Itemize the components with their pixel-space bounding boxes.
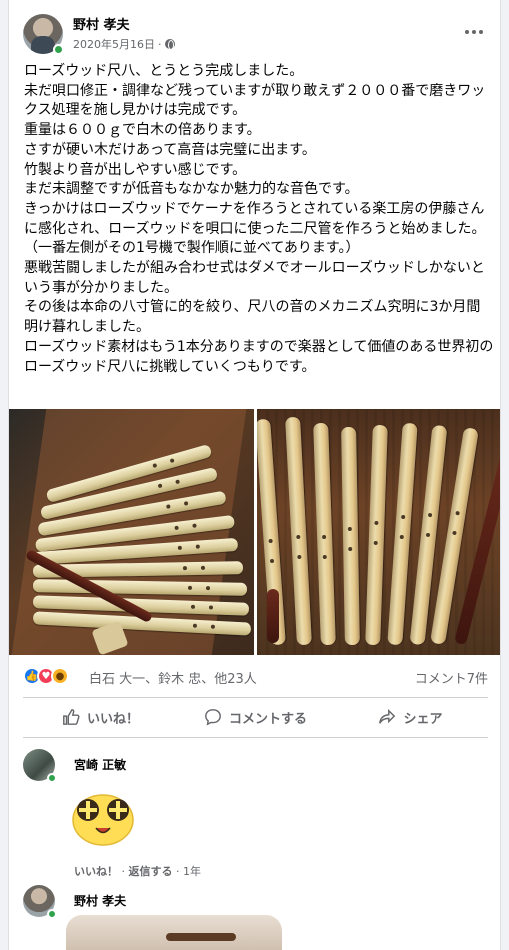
post-meta: 2020年5月16日 ·: [73, 36, 175, 52]
wow-reaction-icon[interactable]: ●: [51, 667, 69, 685]
commenter-name[interactable]: 宮崎 正敏: [74, 756, 126, 773]
post-text: ローズウッド尺八、とうとう完成しました。 未だ唄口修正・調律など残っていますが取…: [24, 63, 494, 375]
comment-meta: いいね！ · 返信する · 1年: [74, 863, 201, 879]
globe-icon[interactable]: [164, 39, 175, 50]
comment-label: コメントする: [228, 711, 307, 727]
online-status-icon: [47, 909, 57, 919]
comment-bubble-icon: [205, 709, 221, 726]
post-card: 野村 孝夫 2020年5月16日 · ローズウッド尺八、とうとう完成しました。 …: [8, 0, 501, 950]
online-status-icon: [47, 773, 57, 783]
meta-separator: ·: [176, 865, 180, 878]
post-actions: いいね！ コメントする シェア: [23, 699, 488, 735]
reactors-summary[interactable]: 白石 大一、鈴木 忠、他23人: [89, 668, 257, 687]
comment-reply-link[interactable]: 返信する: [129, 865, 173, 878]
share-label: シェア: [403, 711, 443, 727]
comment-button[interactable]: コメントする: [178, 699, 333, 735]
reply-photo[interactable]: [66, 915, 282, 950]
like-label: いいね！: [86, 711, 139, 727]
comments-count[interactable]: コメント7件: [415, 668, 488, 687]
meta-separator: ·: [121, 865, 126, 878]
post-header: 野村 孝夫 2020年5月16日 ·: [9, 10, 500, 60]
share-arrow-icon: [379, 708, 396, 724]
thumbs-up-icon: [63, 709, 80, 725]
divider: [23, 697, 488, 698]
meta-separator: ·: [158, 37, 162, 51]
commenter-name[interactable]: 野村 孝夫: [74, 892, 126, 909]
post-author[interactable]: 野村 孝夫: [73, 14, 130, 33]
comment-age[interactable]: 1年: [183, 865, 201, 878]
photo-shakuhachi-row[interactable]: [257, 409, 500, 655]
reactions-bar: 👍 ♥ ● 白石 大一、鈴木 忠、他23人 コメント7件: [9, 660, 500, 690]
more-options-button[interactable]: [460, 20, 488, 44]
smiley-sticker[interactable]: [66, 790, 140, 848]
photo-shakuhachi-stack[interactable]: [9, 409, 254, 655]
comment-like-link[interactable]: いいね！: [74, 865, 118, 878]
share-button[interactable]: シェア: [333, 699, 488, 735]
divider: [23, 737, 488, 738]
online-status-icon: [53, 44, 64, 55]
photo-grid: [9, 409, 500, 655]
like-button[interactable]: いいね！: [23, 699, 178, 735]
post-date[interactable]: 2020年5月16日: [73, 36, 155, 52]
